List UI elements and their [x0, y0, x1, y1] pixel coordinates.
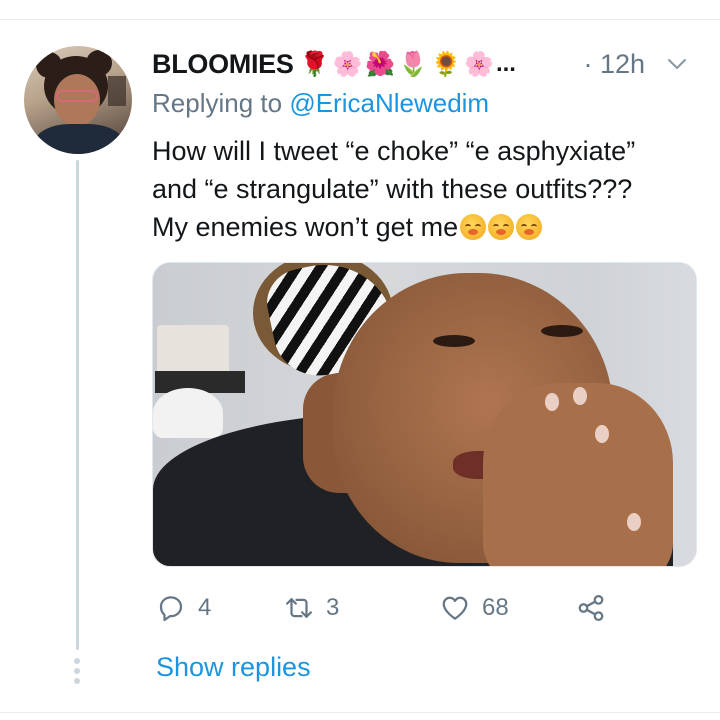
retweet-count: 3: [326, 594, 340, 621]
media-appliance: [157, 325, 229, 377]
replying-to-prefix: Replying to: [152, 88, 290, 118]
author-name-emojis: 🌹 🌸 🌺 🌷 🌻 🌸: [300, 52, 494, 76]
media-person-hands: [483, 383, 673, 566]
author-name-truncation: ...: [495, 50, 516, 77]
retweet-button[interactable]: 3: [284, 588, 339, 628]
tweet-text-line-with-emojis: My enemies won’t get me: [152, 208, 697, 246]
tweet-text-line: and “e strangulate” with these outfits??…: [152, 174, 633, 204]
chevron-down-icon[interactable]: [665, 52, 689, 76]
thread-connector-line: [76, 160, 79, 650]
sunflower-emoji: 🌻: [431, 50, 462, 78]
replying-to-handle-link[interactable]: @EricaNlewedim: [289, 88, 489, 118]
media-fingernail: [595, 425, 609, 443]
show-replies-link[interactable]: Show replies: [156, 652, 311, 683]
bottom-divider: [0, 712, 720, 713]
tulip-emoji: 🌷: [398, 50, 429, 78]
cherry-blossom-emoji: 🌸: [332, 50, 363, 78]
avatar-glasses: [56, 90, 98, 102]
share-icon: [578, 595, 604, 621]
media-fingernail: [627, 513, 641, 531]
like-count: 68: [482, 594, 509, 621]
top-divider: [0, 0, 720, 20]
tweet-actions: 4 3 68: [152, 588, 697, 628]
tweet-media-image[interactable]: [152, 262, 697, 567]
thread-dot: [74, 658, 80, 664]
tweet-text-line: My enemies won’t get me: [152, 212, 459, 242]
reply-button[interactable]: 4: [156, 588, 211, 628]
tweet-header: BLOOMIES 🌹 🌸 🌺 🌷 🌻 🌸 ... · 12h: [152, 46, 697, 82]
media-lamp: [153, 388, 223, 438]
tweet-text-line: How will I tweet “e choke” “e asphyxiate…: [152, 136, 636, 166]
replying-to: Replying to @EricaNlewedim: [152, 88, 489, 119]
reply-icon: [159, 596, 183, 622]
cherry-blossom-emoji: 🌸: [464, 50, 494, 78]
tweet-text: How will I tweet “e choke” “e asphyxiate…: [152, 132, 697, 246]
flushed-face-emoji: [460, 214, 487, 240]
thread-dot: [74, 668, 80, 674]
author-avatar[interactable]: [24, 46, 132, 154]
reply-count: 4: [198, 594, 212, 621]
rose-emoji: 🌹: [299, 50, 330, 78]
flushed-face-emoji: [516, 214, 543, 240]
avatar-background-shelf: [108, 76, 126, 106]
tweet-timestamp[interactable]: · 12h: [583, 49, 645, 80]
media-person-eye: [433, 335, 475, 347]
thread-more-dots: [74, 658, 80, 688]
hibiscus-emoji: 🌺: [365, 50, 396, 78]
media-fingernail: [545, 393, 559, 411]
heart-icon: [442, 596, 468, 620]
media-fingernail: [573, 387, 587, 405]
thread-dot: [74, 678, 80, 684]
share-button[interactable]: [576, 588, 606, 628]
retweet-icon: [286, 598, 312, 618]
author-name[interactable]: BLOOMIES: [152, 49, 294, 80]
media-person-eye: [541, 325, 583, 337]
flushed-face-emoji: [488, 214, 515, 240]
avatar-body: [34, 124, 124, 154]
like-button[interactable]: 68: [440, 588, 509, 628]
